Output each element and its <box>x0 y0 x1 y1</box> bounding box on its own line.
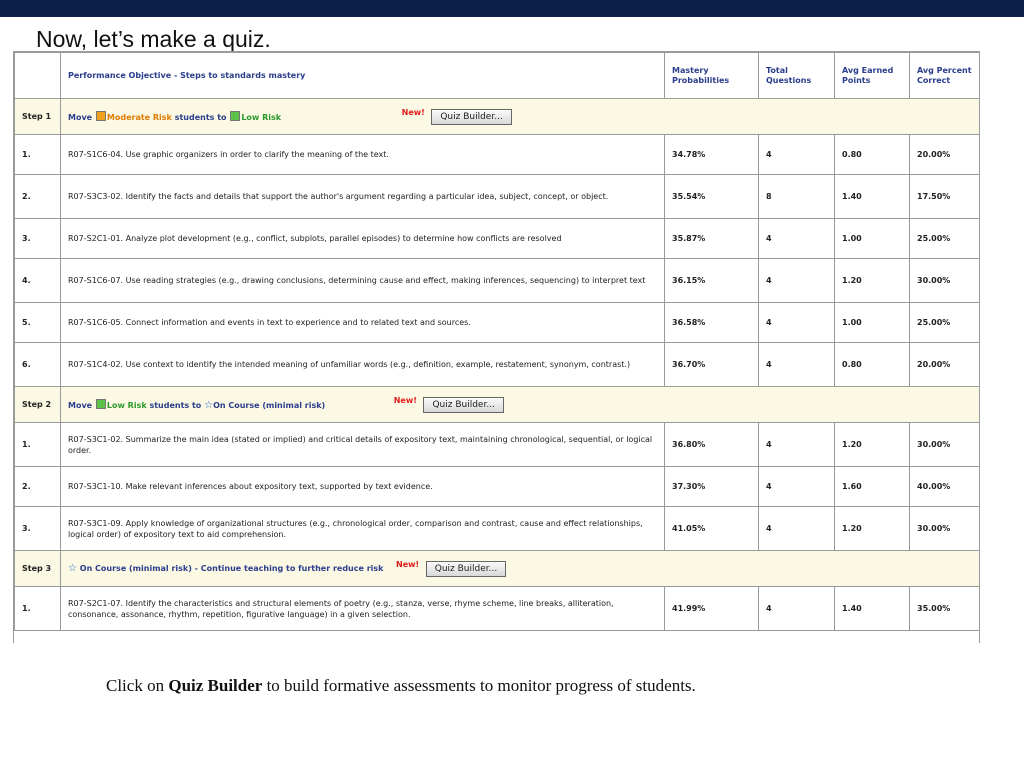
top-banner-bar <box>0 0 1024 17</box>
mastery-table-container[interactable]: Performance Objective - Steps to standar… <box>13 51 980 643</box>
step-3-cell: ☆ On Course (minimal risk) - Continue te… <box>60 550 979 587</box>
step-2-cell: Move Low Risk students to ☆On Course (mi… <box>60 386 979 423</box>
table-row: 6. R07-S1C4-02. Use context to identify t… <box>14 342 979 387</box>
step-2-label: Step 2 <box>14 386 61 423</box>
quiz-builder-button-step-2[interactable]: Quiz Builder... <box>423 396 504 413</box>
new-badge: New! <box>396 560 420 569</box>
table-row: 2. R07-S3C1-10. Make relevant inferences … <box>14 466 979 507</box>
step-3-row: Step 3 ☆ On Course (minimal risk) - Cont… <box>14 550 979 587</box>
header-avg-points: Avg Earned Points <box>834 52 910 99</box>
header-step <box>14 52 61 99</box>
table-row: 3. R07-S2C1-01. Analyze plot development … <box>14 218 979 259</box>
table-row: 3. R07-S3C1-09. Apply knowledge of organi… <box>14 506 979 551</box>
table-row: 5. R07-S1C6-05. Connect information and e… <box>14 302 979 343</box>
header-avg-percent: Avg Percent Correct <box>909 52 979 99</box>
step-3-label: Step 3 <box>14 550 61 587</box>
header-mastery: Mastery Probabilities <box>664 52 759 99</box>
header-objective: Performance Objective - Steps to standar… <box>60 52 665 99</box>
quiz-builder-button-step-1[interactable]: Quiz Builder... <box>431 108 512 125</box>
new-badge: New! <box>401 108 425 117</box>
star-icon: ☆ <box>68 563 77 574</box>
moderate-risk-icon <box>95 111 106 121</box>
low-risk-icon <box>95 398 106 409</box>
mastery-table: Performance Objective - Steps to standar… <box>14 52 979 631</box>
header-total-questions: Total Questions <box>758 52 835 99</box>
step-2-row: Step 2 Move Low Risk students to ☆On Cou… <box>14 386 979 423</box>
star-icon: ☆ <box>204 399 214 411</box>
table-row: 4. R07-S1C6-07. Use reading strategies (e… <box>14 258 979 303</box>
table-header-row: Performance Objective - Steps to standar… <box>14 52 979 99</box>
step-1-cell: Move Moderate Risk students to Low Risk … <box>60 98 979 135</box>
quiz-builder-button-step-3[interactable]: Quiz Builder... <box>425 560 507 577</box>
table-row: 1. R07-S2C1-07. Identify the characterist… <box>14 586 979 631</box>
step-1-text: Move Moderate Risk students to Low Risk <box>68 111 282 122</box>
step-1-row: Step 1 Move Moderate Risk students to Lo… <box>14 98 979 135</box>
table-row: 1. R07-S1C6-04. Use graphic organizers in… <box>14 134 979 175</box>
low-risk-icon <box>230 111 241 121</box>
slide-caption: Click on Quiz Builder to build formative… <box>106 676 696 695</box>
table-row: 2. R07-S3C3-02. Identify the facts and de… <box>14 174 979 219</box>
step-2-text: Move Low Risk students to ☆On Course (mi… <box>68 398 326 411</box>
table-row: 1. R07-S3C1-02. Summarize the main idea (… <box>14 422 979 467</box>
new-badge: New! <box>393 396 417 405</box>
slide-title: Now, let’s make a quiz. <box>36 26 271 52</box>
step-1-label: Step 1 <box>14 98 61 135</box>
step-3-text: ☆ On Course (minimal risk) - Continue te… <box>68 563 384 574</box>
